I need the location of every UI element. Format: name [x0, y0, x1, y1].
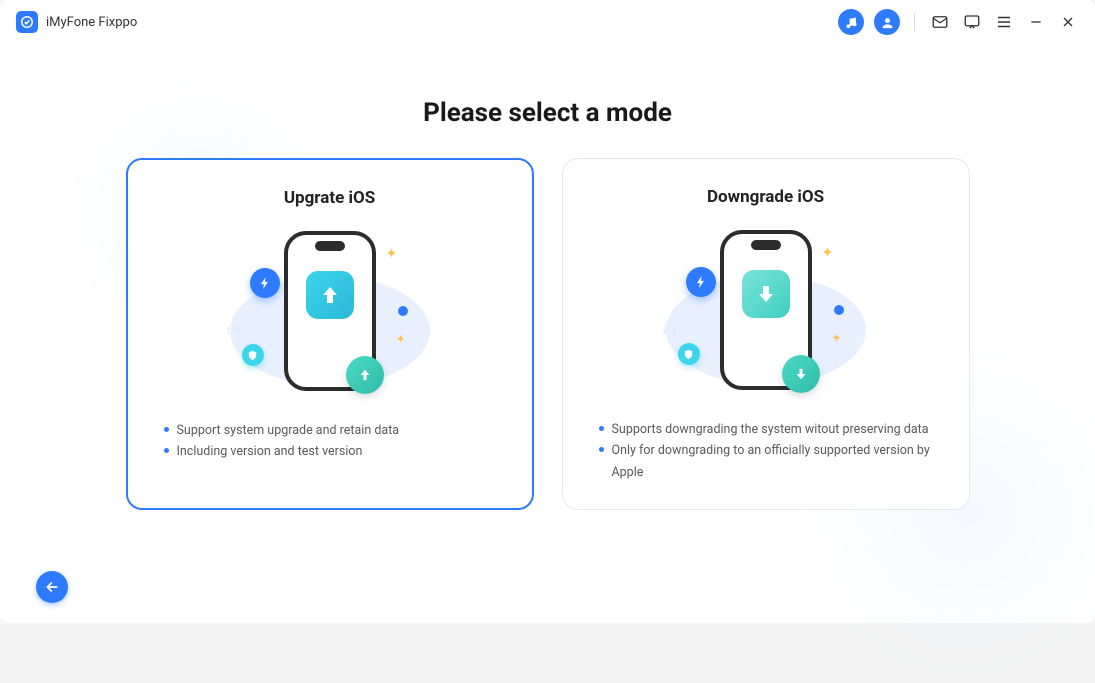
feedback-icon[interactable] — [961, 11, 983, 33]
bullet-item: Supports downgrading the system witout p… — [599, 419, 933, 440]
downgrade-illustration: ↓ ↓ ✦ — [656, 225, 876, 405]
app-logo-icon — [16, 11, 38, 33]
card-title: Downgrade iOS — [707, 187, 824, 207]
card-title: Upgrate iOS — [284, 188, 375, 208]
app-window: iMyFone Fixppo — [0, 0, 1095, 623]
shield-icon — [242, 344, 264, 366]
music-promo-icon[interactable] — [838, 9, 864, 35]
arrow-up-badge-icon — [346, 356, 384, 394]
arrow-down-badge-icon — [782, 355, 820, 393]
content-area: Please select a mode Upgrate iOS ↑ ↑ — [0, 44, 1095, 623]
upgrade-bullets: Support system upgrade and retain data I… — [160, 420, 500, 463]
menu-icon[interactable] — [993, 11, 1015, 33]
upgrade-illustration: ↑ ↑ ✦ — [220, 226, 440, 406]
titlebar-divider — [914, 13, 915, 31]
downgrade-ios-card[interactable]: Downgrade iOS ↓ ↓ — [562, 158, 970, 510]
page-title: Please select a mode — [423, 98, 672, 128]
back-button[interactable] — [36, 571, 68, 603]
account-icon[interactable] — [874, 9, 900, 35]
bolt-icon — [250, 268, 280, 298]
bolt-icon — [686, 267, 716, 297]
mail-icon[interactable] — [929, 11, 951, 33]
titlebar-left: iMyFone Fixppo — [16, 11, 137, 33]
titlebar: iMyFone Fixppo — [0, 0, 1095, 44]
bullet-item: Support system upgrade and retain data — [164, 420, 496, 441]
arrow-up-icon — [306, 271, 354, 319]
titlebar-right — [838, 9, 1079, 35]
close-button[interactable] — [1057, 11, 1079, 33]
downgrade-bullets: Supports downgrading the system witout p… — [595, 419, 937, 483]
mode-cards: Upgrate iOS ↑ ↑ — [126, 158, 970, 510]
upgrade-ios-card[interactable]: Upgrate iOS ↑ ↑ — [126, 158, 534, 510]
bullet-item: Including version and test version — [164, 441, 496, 462]
minimize-button[interactable] — [1025, 11, 1047, 33]
app-title: iMyFone Fixppo — [46, 15, 137, 30]
bullet-item: Only for downgrading to an officially su… — [599, 440, 933, 483]
shield-icon — [678, 343, 700, 365]
arrow-down-icon — [742, 270, 790, 318]
